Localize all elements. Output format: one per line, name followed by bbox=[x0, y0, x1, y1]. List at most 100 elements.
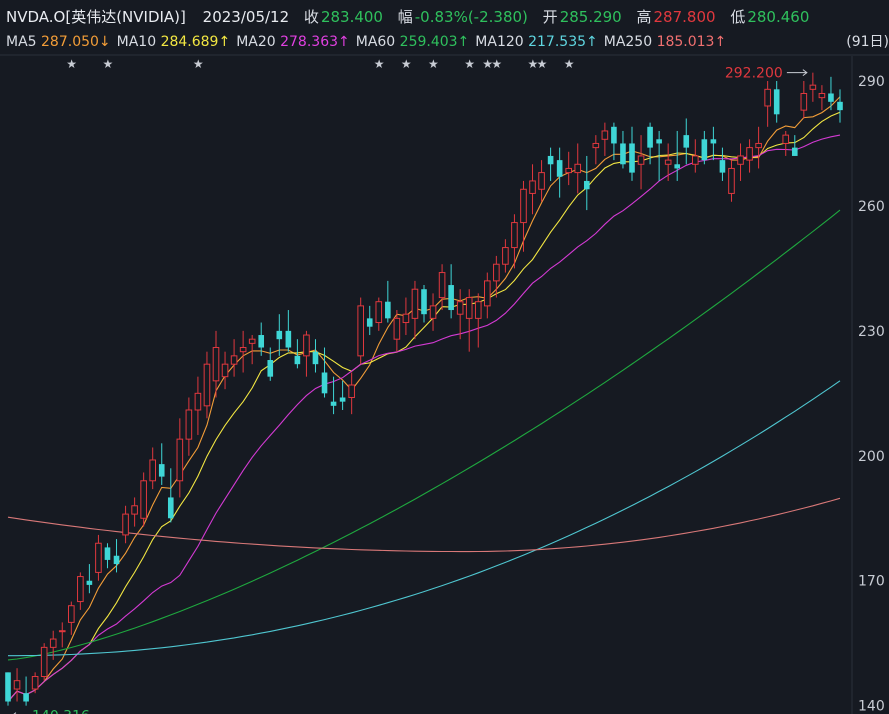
candle-body-down[interactable] bbox=[674, 164, 681, 169]
candle-body-up[interactable] bbox=[122, 513, 129, 536]
candle-body-up[interactable] bbox=[402, 313, 410, 324]
candle-body-up[interactable] bbox=[303, 334, 310, 357]
candle-body-down[interactable] bbox=[773, 89, 780, 115]
candle-body-up[interactable] bbox=[375, 301, 383, 324]
candle-body-down[interactable] bbox=[791, 147, 798, 156]
candle-body-down[interactable] bbox=[583, 180, 590, 190]
event-star-marker[interactable]: ★ bbox=[401, 57, 412, 71]
candle-body-down[interactable] bbox=[828, 93, 834, 102]
candle-body-up[interactable] bbox=[49, 638, 57, 648]
candle-body-up[interactable] bbox=[737, 155, 744, 165]
candle-body-down[interactable] bbox=[158, 464, 165, 477]
candle-body-up[interactable] bbox=[764, 88, 771, 107]
candle-body-down[interactable] bbox=[656, 139, 662, 144]
candle-body-down[interactable] bbox=[421, 289, 427, 315]
candle-body-up[interactable] bbox=[484, 280, 491, 307]
candle-body-up[interactable] bbox=[176, 438, 184, 482]
candle-body-down[interactable] bbox=[629, 143, 635, 173]
candle-body-up[interactable] bbox=[149, 459, 156, 482]
candle-body-up[interactable] bbox=[40, 646, 48, 678]
candle-body-up[interactable] bbox=[357, 305, 364, 357]
event-star-marker[interactable]: ★ bbox=[102, 57, 113, 71]
candle-body-up[interactable] bbox=[592, 142, 600, 149]
candle-body-up[interactable] bbox=[800, 92, 808, 111]
candle-body-up[interactable] bbox=[809, 84, 817, 90]
candle-body-up[interactable] bbox=[728, 167, 735, 194]
candle-body-up[interactable] bbox=[348, 384, 355, 398]
event-star-marker[interactable]: ★ bbox=[428, 57, 439, 71]
candle-body-up[interactable] bbox=[411, 288, 419, 319]
candle-body-up[interactable] bbox=[131, 505, 138, 515]
candle-body-down[interactable] bbox=[719, 160, 726, 173]
candle-body-up[interactable] bbox=[818, 92, 826, 99]
candle-body-up[interactable] bbox=[58, 630, 66, 633]
candle-body-down[interactable] bbox=[837, 101, 843, 111]
candle-body-down[interactable] bbox=[366, 318, 373, 327]
candle-body-down[interactable] bbox=[113, 555, 120, 565]
candle-body-up[interactable] bbox=[68, 605, 75, 623]
candle-body-down[interactable] bbox=[258, 335, 265, 348]
candle-body-down[interactable] bbox=[611, 126, 617, 144]
candle-body-up[interactable] bbox=[538, 172, 545, 190]
candle-body-down[interactable] bbox=[620, 143, 626, 165]
event-star-marker[interactable]: ★ bbox=[193, 57, 204, 71]
candle-body-up[interactable] bbox=[493, 263, 500, 282]
candle-body-down[interactable] bbox=[294, 355, 301, 365]
candle-body-up[interactable] bbox=[212, 347, 220, 382]
candle-body-up[interactable] bbox=[230, 355, 238, 365]
candle-body-down[interactable] bbox=[647, 126, 653, 148]
candle-body-down[interactable] bbox=[276, 330, 283, 340]
candle-body-up[interactable] bbox=[77, 576, 84, 603]
candle-body-down[interactable] bbox=[104, 547, 111, 560]
candle-body-up[interactable] bbox=[140, 480, 147, 519]
candle-body-up[interactable] bbox=[502, 247, 509, 265]
event-star-marker[interactable]: ★ bbox=[537, 57, 548, 71]
event-star-marker[interactable]: ★ bbox=[464, 57, 475, 71]
candle-body-up[interactable] bbox=[185, 409, 193, 440]
event-star-marker[interactable]: ★ bbox=[374, 57, 385, 71]
candlestick-chart[interactable]: 290260230200170140★★★★★★★★★★★★★292.20014… bbox=[0, 0, 889, 714]
candle-body-up[interactable] bbox=[782, 134, 790, 144]
candle-body-down[interactable] bbox=[547, 155, 554, 165]
candle-body-up[interactable] bbox=[601, 130, 609, 140]
candle-body-down[interactable] bbox=[701, 139, 708, 161]
candle-body-up[interactable] bbox=[438, 272, 446, 299]
candle-body-up[interactable] bbox=[31, 676, 39, 690]
candle-body-up[interactable] bbox=[529, 180, 536, 194]
candle-body-down[interactable] bbox=[321, 372, 328, 394]
candle-body-down[interactable] bbox=[23, 693, 29, 702]
candle-body-up[interactable] bbox=[465, 297, 473, 319]
candle-body-up[interactable] bbox=[664, 159, 672, 165]
candle-body-down[interactable] bbox=[312, 351, 319, 365]
candle-body-up[interactable] bbox=[565, 167, 572, 174]
candle-body-up[interactable] bbox=[574, 163, 582, 174]
candle-body-up[interactable] bbox=[474, 301, 482, 319]
candle-body-up[interactable] bbox=[429, 305, 437, 319]
candle-body-up[interactable] bbox=[456, 301, 464, 315]
candle-body-down[interactable] bbox=[448, 285, 454, 311]
event-star-marker[interactable]: ★ bbox=[66, 57, 77, 71]
candle-body-down[interactable] bbox=[5, 672, 11, 702]
candle-body-down[interactable] bbox=[710, 139, 717, 144]
candle-body-up[interactable] bbox=[95, 542, 102, 573]
candle-body-up[interactable] bbox=[755, 142, 762, 149]
candle-body-down[interactable] bbox=[285, 330, 292, 348]
candle-body-up[interactable] bbox=[239, 347, 247, 353]
candle-body-up[interactable] bbox=[746, 147, 753, 161]
candle-body-up[interactable] bbox=[194, 392, 202, 411]
candle-body-down[interactable] bbox=[167, 497, 174, 519]
candle-body-up[interactable] bbox=[520, 188, 527, 224]
candle-body-up[interactable] bbox=[203, 363, 211, 407]
candle-body-down[interactable] bbox=[683, 135, 690, 148]
candle-body-up[interactable] bbox=[248, 338, 256, 344]
event-star-marker[interactable]: ★ bbox=[564, 57, 575, 71]
candle-body-down[interactable] bbox=[330, 401, 337, 406]
candle-body-up[interactable] bbox=[13, 680, 21, 690]
candle-body-up[interactable] bbox=[393, 317, 401, 340]
candle-body-down[interactable] bbox=[86, 580, 93, 585]
candle-body-down[interactable] bbox=[339, 397, 346, 402]
candle-body-down[interactable] bbox=[267, 360, 274, 377]
event-star-marker[interactable]: ★ bbox=[491, 57, 502, 71]
candle-body-up[interactable] bbox=[692, 155, 699, 165]
candle-body-down[interactable] bbox=[385, 301, 391, 319]
